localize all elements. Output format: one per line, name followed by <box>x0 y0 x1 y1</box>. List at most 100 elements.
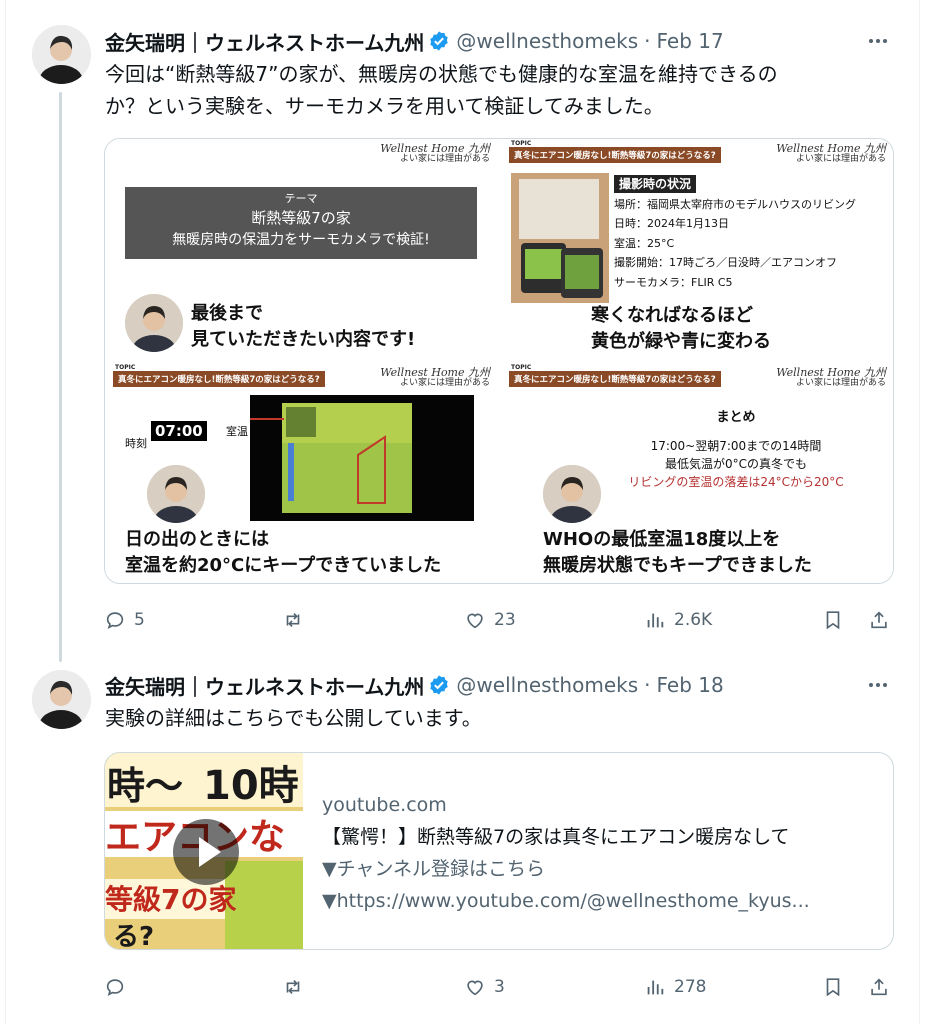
caption-line: WHOの最低室温18度以上を <box>543 529 781 550</box>
reply-button[interactable]: 5 <box>104 605 145 635</box>
summary-line: 17:00~翌朝7:00までの14時間 <box>650 439 822 453</box>
verified-badge-icon <box>430 31 449 51</box>
media-image-1[interactable]: Wellnest Home 九州 よい家には理由がある テーマ 断熱等級7の家 … <box>105 139 498 360</box>
like-button[interactable]: 3 <box>464 972 505 1002</box>
svg-text:10時: 10時 <box>203 763 299 809</box>
brand-logo: Wellnest Home 九州 よい家には理由がある <box>380 143 490 165</box>
brand-logo: Wellnest Home 九州 よい家には理由がある <box>776 143 886 165</box>
reply-button[interactable] <box>104 972 126 1002</box>
camera-photo-icon <box>511 173 609 303</box>
info-line: 室温：25°C <box>614 236 675 250</box>
avatar[interactable] <box>32 670 91 729</box>
share-button[interactable] <box>868 972 890 1002</box>
info-line: 撮影開始：17時ごろ／日没時／エアコンオフ <box>614 256 837 269</box>
card-text: youtube.com 【驚愕！】断熱等級7の家は真冬にエアコン暖房なして ▼チ… <box>322 789 882 917</box>
tweet-text: 実験の詳細はこちらでも公開しています。 <box>105 706 482 730</box>
heart-icon <box>467 980 483 996</box>
living-room-photo <box>511 173 609 303</box>
media-image-3[interactable]: TOPIC 真冬にエアコン暖房なし!断熱等級7の家はどうなる? Wellnest… <box>105 363 498 583</box>
summary-line: 最低気温が0°Cの真冬でも <box>664 457 807 471</box>
verified-badge-icon <box>430 675 449 695</box>
presenter-photo-icon <box>125 294 183 352</box>
tweet-date[interactable]: Feb 18 <box>656 673 723 697</box>
separator-dot: · <box>644 29 651 53</box>
topic-bar: 真冬にエアコン暖房なし!断熱等級7の家はどうなる? <box>509 371 721 387</box>
card-domain: youtube.com <box>322 794 447 816</box>
logo-sub-text: よい家には理由がある <box>399 154 490 164</box>
more-options-icon[interactable] <box>864 27 892 55</box>
bookmark-button[interactable] <box>822 605 844 635</box>
tweet-1[interactable]: 金矢瑞明｜ウェルネストホーム九州 @wellnesthomeks · Feb 1… <box>0 0 926 662</box>
like-button[interactable]: 23 <box>464 605 516 635</box>
bookmark-icon <box>826 611 840 630</box>
info-line: 日時：2024年1月13日 <box>614 217 729 230</box>
link-preview-card[interactable]: 時〜 10時 エアコンな 等級7の家 る? youtube.com 【驚愕！】断… <box>104 752 894 950</box>
retweet-button[interactable] <box>282 972 304 1002</box>
avatar[interactable] <box>32 25 91 84</box>
brand-logo: Wellnest Home 九州 よい家には理由がある <box>776 367 886 389</box>
theme-label: テーマ <box>284 192 318 205</box>
topic-bar: 真冬にエアコン暖房なし!断熱等級7の家はどうなる? <box>509 147 721 163</box>
more-options-icon[interactable] <box>864 671 892 699</box>
caption-line: 見ていただきたい内容です! <box>191 329 416 350</box>
tweet-header: 金矢瑞明｜ウェルネストホーム九州 @wellnesthomeks · Feb 1… <box>105 671 724 699</box>
logo-sub-text: よい家には理由がある <box>795 378 886 388</box>
svg-text:時〜: 時〜 <box>107 764 183 808</box>
presenter-photo-icon <box>543 465 601 523</box>
time-value: 07:00 <box>151 421 207 441</box>
retweet-icon <box>286 979 300 995</box>
logo-main-text: Wellnest Home 九州 <box>380 366 490 379</box>
info-line: サーモカメラ：FLIR C5 <box>614 275 733 289</box>
time-label: 時刻 <box>125 437 147 450</box>
caption-line: 室温を約20°Cにキープできていました <box>125 555 442 576</box>
summary-highlight: リビングの室温の落差は24°Cから20°C <box>628 475 844 489</box>
presenter-face-image <box>125 294 183 352</box>
play-icon[interactable] <box>173 819 239 885</box>
bookmark-button[interactable] <box>822 972 844 1002</box>
theme-box: テーマ 断熱等級7の家 無暖房時の保温力をサーモカメラで検証! <box>125 187 477 259</box>
reply-icon <box>106 979 124 996</box>
logo-main-text: Wellnest Home 九州 <box>380 142 490 155</box>
tweet-text-line: か？という実験を、サーモカメラを用いて検証してみました。 <box>105 94 664 118</box>
presenter-photo-icon <box>147 465 205 523</box>
topic-tag: TOPIC <box>511 364 532 371</box>
view-count: 278 <box>674 977 707 997</box>
user-handle[interactable]: @wellnesthomeks <box>456 29 638 53</box>
caption-line: 黄色が緑や青に変わる <box>591 331 771 352</box>
media-image-2[interactable]: TOPIC 真冬にエアコン暖房なし!断熱等級7の家はどうなる? Wellnest… <box>501 139 893 360</box>
info-title: 撮影時の状況 <box>614 175 697 193</box>
share-button[interactable] <box>868 605 890 635</box>
separator-dot: · <box>644 673 651 697</box>
retweet-button[interactable] <box>282 605 304 635</box>
presenter-face-image <box>147 465 205 523</box>
panel-caption: WHOの最低室温18度以上を 無暖房状態でもキープできました <box>543 527 812 579</box>
caption-line: 最後まで <box>191 303 263 324</box>
share-icon <box>871 611 887 629</box>
svg-text:る?: る? <box>113 922 154 950</box>
media-grid[interactable]: Wellnest Home 九州 よい家には理由がある テーマ 断熱等級7の家 … <box>104 138 894 584</box>
topic-bar: 真冬にエアコン暖房なし!断熱等級7の家はどうなる? <box>113 371 325 387</box>
reply-icon <box>106 612 124 629</box>
card-title: 【驚愕！】断熱等級7の家は真冬にエアコン暖房なして <box>322 826 790 848</box>
thermal-camera-image <box>250 395 474 521</box>
tweet-actions: 3 278 <box>104 972 894 1002</box>
room-temp-label: 室温 <box>226 425 248 438</box>
summary-head: まとめ <box>716 410 756 425</box>
video-thumbnail[interactable]: 時〜 10時 エアコンな 等級7の家 る? <box>105 753 303 950</box>
topic-tag: TOPIC <box>115 364 136 371</box>
tweet-date[interactable]: Feb 17 <box>656 29 723 53</box>
like-count: 3 <box>494 977 505 997</box>
logo-main-text: Wellnest Home 九州 <box>776 366 886 379</box>
logo-main-text: Wellnest Home 九州 <box>776 142 886 155</box>
presenter-face-image <box>543 465 601 523</box>
shooting-conditions: 撮影時の状況 場所：福岡県太宰府市のモデルハウスのリビング 日時：2024年1月… <box>614 175 856 292</box>
user-handle[interactable]: @wellnesthomeks <box>456 673 638 697</box>
views-button[interactable]: 278 <box>644 972 706 1002</box>
views-button[interactable]: 2.6K <box>644 605 712 635</box>
info-line: 場所：福岡県太宰府市のモデルハウスのリビング <box>614 197 856 211</box>
card-description-line: ▼チャンネル登録はこちら <box>322 858 546 880</box>
view-count: 2.6K <box>674 610 713 630</box>
media-image-4[interactable]: TOPIC 真冬にエアコン暖房なし!断熱等級7の家はどうなる? Wellnest… <box>501 363 893 583</box>
display-name[interactable]: 金矢瑞明｜ウェルネストホーム九州 <box>105 27 424 56</box>
display-name[interactable]: 金矢瑞明｜ウェルネストホーム九州 <box>105 671 424 700</box>
